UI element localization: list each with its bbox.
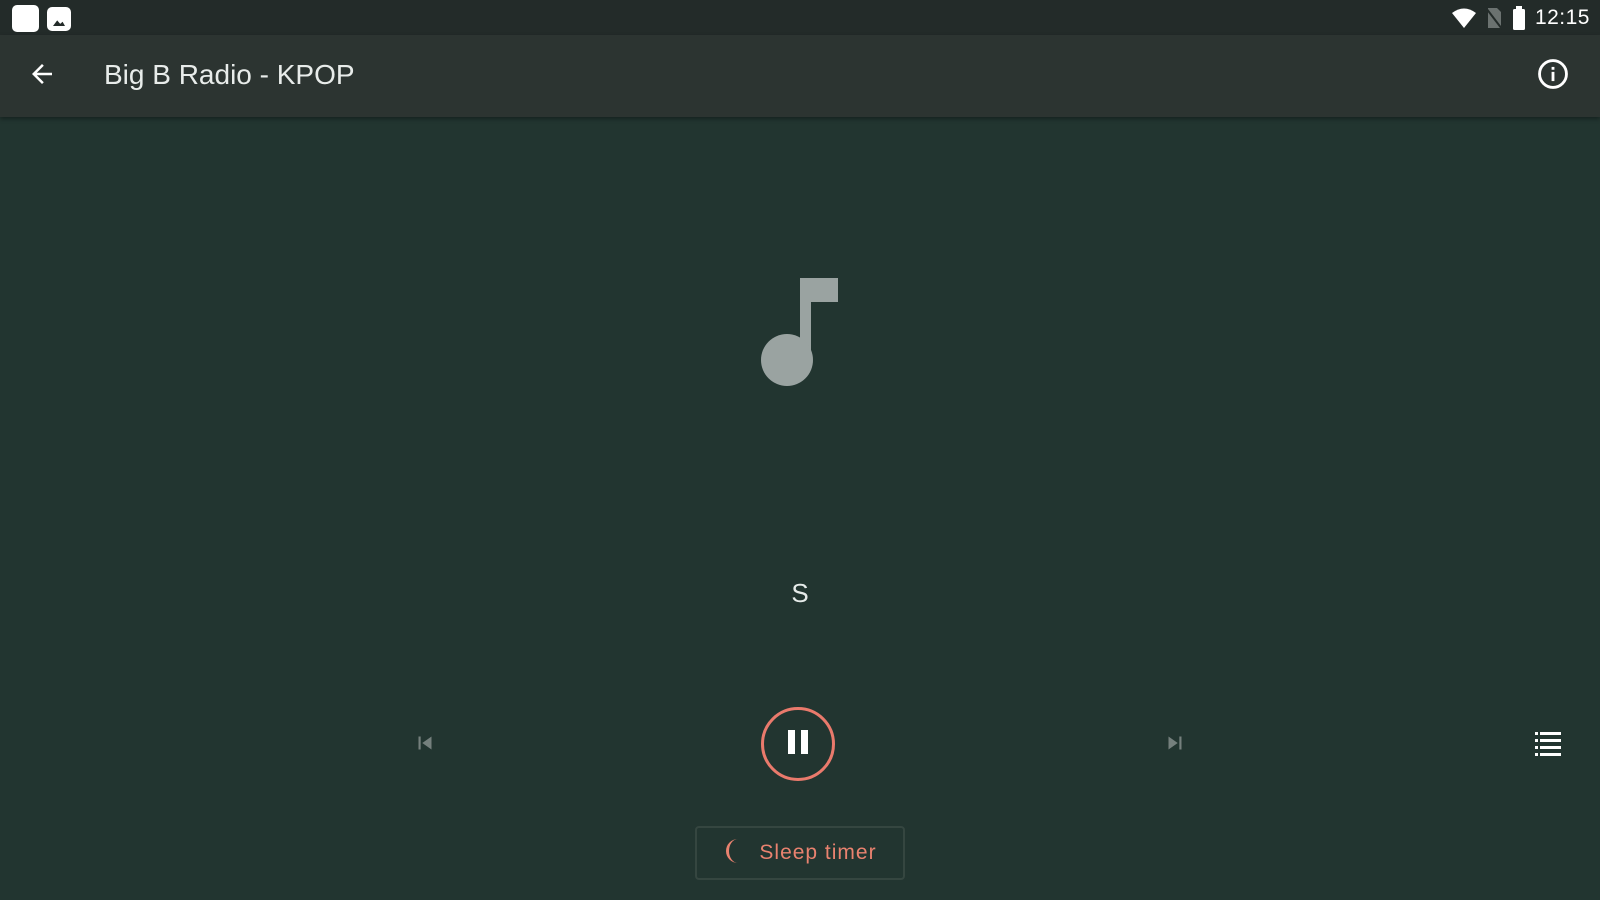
play-pause-button[interactable] — [761, 707, 835, 781]
back-button[interactable] — [18, 52, 66, 100]
track-title: S — [791, 578, 809, 608]
info-icon — [1536, 57, 1570, 95]
page-title: Big B Radio - KPOP — [104, 59, 355, 90]
battery-icon — [1511, 5, 1527, 31]
app-bar: Big B Radio - KPOP — [0, 35, 1600, 117]
notification-image-icon — [47, 7, 71, 31]
album-art — [760, 274, 840, 392]
moon-icon — [723, 838, 745, 868]
status-time: 12:15 — [1534, 5, 1590, 29]
previous-button[interactable] — [405, 725, 445, 765]
queue-button[interactable] — [1528, 725, 1568, 765]
sleep-timer-button[interactable]: Sleep timer — [695, 826, 905, 880]
pause-icon — [784, 727, 812, 761]
status-indicators: 12:15 — [1451, 0, 1590, 35]
next-button[interactable] — [1155, 725, 1195, 765]
notification-app-icon — [12, 5, 39, 32]
status-bar: 12:15 — [0, 0, 1600, 35]
no-sim-icon — [1485, 5, 1503, 31]
info-button[interactable] — [1530, 53, 1576, 99]
arrow-back-icon — [27, 59, 57, 93]
queue-list-icon — [1533, 729, 1563, 761]
notification-icons — [12, 5, 71, 32]
wifi-icon — [1451, 5, 1477, 31]
skip-next-icon — [1162, 730, 1188, 760]
music-note-icon — [760, 278, 840, 396]
skip-previous-icon — [412, 730, 438, 760]
sleep-timer-label: Sleep timer — [759, 841, 877, 864]
